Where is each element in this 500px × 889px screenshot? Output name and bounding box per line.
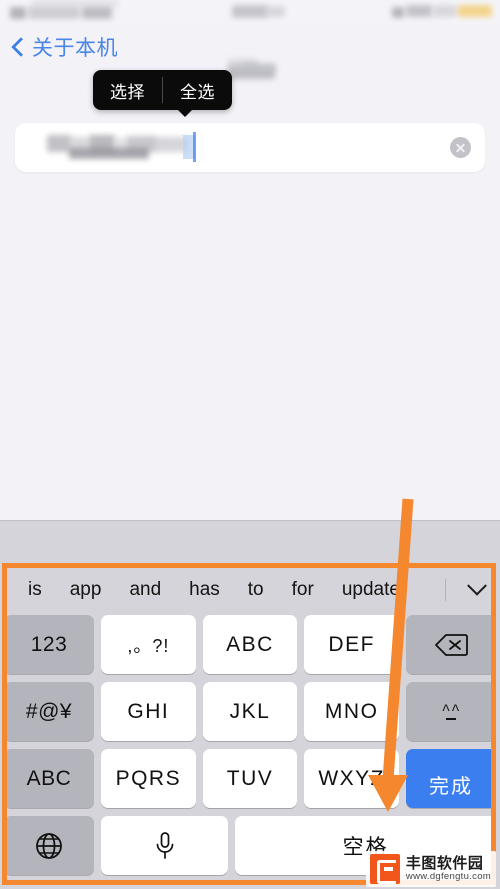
prediction-item[interactable]: and <box>115 579 175 601</box>
back-button-label: 关于本机 <box>32 36 118 60</box>
context-menu-item-select[interactable]: 选择 <box>93 70 162 110</box>
watermark-url: www.dgfengtu.com <box>405 871 491 883</box>
watermark-title: 丰图软件园 <box>405 854 484 873</box>
prediction-item[interactable]: app <box>56 579 116 601</box>
key-microphone[interactable] <box>101 816 229 875</box>
prediction-divider <box>445 578 446 601</box>
microphone-icon <box>156 831 173 859</box>
status-bar-redaction <box>392 7 404 18</box>
key-ghi[interactable]: GHI <box>101 682 196 741</box>
text-field-value-redaction <box>47 135 189 159</box>
status-bar-redaction <box>406 5 432 17</box>
key-kaomoji[interactable]: ^^ <box>406 682 497 741</box>
text-cursor <box>193 132 196 162</box>
status-bar-redaction <box>10 7 26 19</box>
device-name-text-field[interactable] <box>15 123 485 172</box>
back-button[interactable]: 关于本机 <box>12 32 118 62</box>
nav-title-redaction-chip <box>242 63 276 71</box>
prediction-bar: is app and has to for update <box>0 568 500 611</box>
status-bar <box>0 0 500 26</box>
keyboard-rows: 123 ,。?! ABC DEF #@¥ GHI JKL MNO ^^ ABC … <box>0 611 500 879</box>
watermark-logo-icon <box>369 854 400 884</box>
key-def[interactable]: DEF <box>304 615 400 674</box>
status-bar-redaction <box>265 6 285 17</box>
key-abc-2[interactable]: ABC <box>202 615 298 674</box>
key-tuv[interactable]: TUV <box>202 749 298 808</box>
nav-title-redaction <box>228 59 278 81</box>
key-globe[interactable] <box>4 816 94 875</box>
text-selection-context-menu: 选择 全选 <box>93 70 232 110</box>
key-jkl[interactable]: JKL <box>202 682 298 741</box>
key-wxyz[interactable]: WXYZ <box>304 749 400 808</box>
key-done[interactable]: 完成 <box>406 749 497 808</box>
key-backspace[interactable] <box>406 615 497 674</box>
text-redaction-chip <box>69 148 149 159</box>
status-bar-redaction <box>82 6 112 19</box>
context-menu-pointer <box>176 108 194 117</box>
prediction-item[interactable]: to <box>234 579 278 601</box>
status-bar-redaction <box>433 5 457 17</box>
key-abc-mode[interactable]: ABC <box>4 749 94 808</box>
keyboard-row: #@¥ GHI JKL MNO ^^ <box>4 678 497 745</box>
backspace-icon <box>435 633 468 656</box>
phone-screen: 关于本机 选择 全选 is app and has to for update … <box>0 0 500 889</box>
status-bar-redaction <box>232 5 267 18</box>
svg-text:^^: ^^ <box>442 702 461 719</box>
status-bar-redaction <box>32 0 118 7</box>
prediction-item[interactable]: update <box>328 579 414 601</box>
prediction-item[interactable]: has <box>175 579 234 601</box>
chevron-down-icon[interactable] <box>454 575 500 597</box>
text-redaction-chip <box>47 135 71 152</box>
navigation-bar: 关于本机 <box>0 26 500 79</box>
keyboard-row: ABC PQRS TUV WXYZ 完成 <box>4 745 497 812</box>
context-menu-item-select-all[interactable]: 全选 <box>163 70 232 110</box>
key-pqrs[interactable]: PQRS <box>101 749 196 808</box>
status-bar-battery-redaction <box>458 5 492 17</box>
key-punctuation[interactable]: ,。?! <box>101 615 196 674</box>
clear-text-icon[interactable] <box>450 137 471 158</box>
key-symbols[interactable]: #@¥ <box>4 682 94 741</box>
watermark-texts: 丰图软件园 www.dgfengtu.com <box>406 856 491 882</box>
keyboard-row: 123 ,。?! ABC DEF <box>4 611 497 678</box>
watermark: 丰图软件园 www.dgfengtu.com <box>365 851 496 887</box>
prediction-item[interactable]: for <box>278 579 328 601</box>
prediction-item[interactable]: is <box>14 579 56 601</box>
keyboard-top-divider <box>0 520 500 521</box>
chevron-left-icon <box>12 36 25 58</box>
globe-icon <box>36 832 62 859</box>
kaomoji-icon: ^^ <box>442 702 461 720</box>
onscreen-keyboard: is app and has to for update 123 ,。?! ABC DEF <box>0 520 500 889</box>
prediction-list: is app and has to for update <box>0 579 445 601</box>
key-123[interactable]: 123 <box>4 615 94 674</box>
key-mno[interactable]: MNO <box>304 682 400 741</box>
status-bar-redaction <box>28 6 80 19</box>
